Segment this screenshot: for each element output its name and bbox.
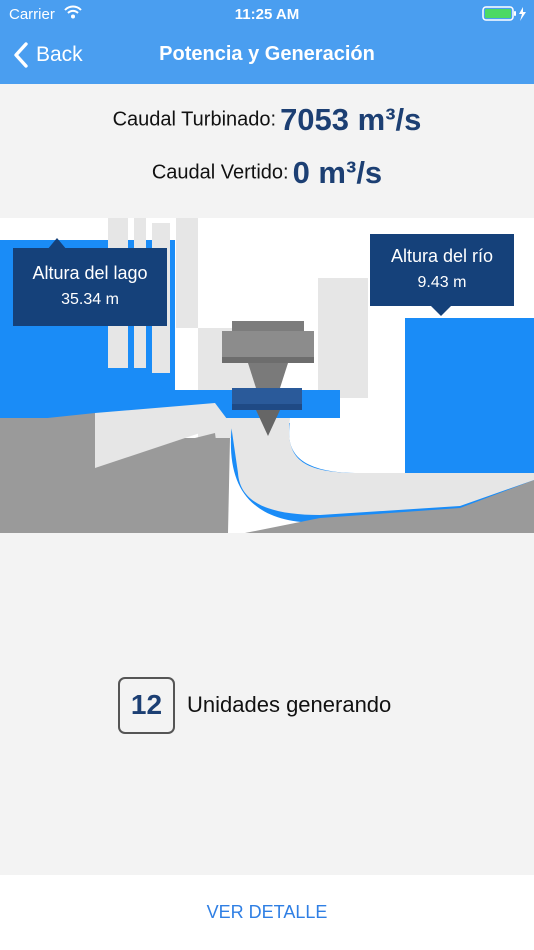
generator-top <box>232 321 304 331</box>
river-label: Altura del río <box>390 246 494 266</box>
generator-body <box>222 331 314 357</box>
units-label: Unidades generando <box>187 692 392 717</box>
river-level-tooltip: Altura del río 9.43 m <box>370 234 514 316</box>
turbined-flow-row: Caudal Turbinado: 7053 m³/s <box>0 102 534 138</box>
river-tooltip-arrow <box>431 306 451 316</box>
turbined-flow-label: Caudal Turbinado: <box>112 108 277 131</box>
turbined-flow-value: 7053 m³/s <box>280 102 422 137</box>
runner-band <box>232 404 302 410</box>
lake-value: 35.34 m <box>61 291 119 308</box>
tailrace-building <box>318 278 368 398</box>
units-count-badge: 12 <box>118 676 175 734</box>
generator-base <box>222 357 314 363</box>
status-bar: Carrier 11:25 AM <box>0 0 534 28</box>
clock: 11:25 AM <box>234 6 300 23</box>
lake-label: Altura del lago <box>32 263 148 283</box>
navigation-header: Carrier 11:25 AM Back Potencia y Generac… <box>0 0 534 84</box>
battery-icon <box>482 6 528 26</box>
page-title: Potencia y Generación <box>159 43 375 65</box>
units-generating: 12 Unidades generando <box>118 676 391 734</box>
view-detail-button[interactable]: VER DETALLE <box>0 902 534 923</box>
river-value: 9.43 m <box>417 274 467 291</box>
spilled-flow-label: Caudal Vertido: <box>151 161 289 184</box>
spilled-flow-row: Caudal Vertido: 0 m³/s <box>0 155 534 191</box>
spilled-flow-value: 0 m³/s <box>292 155 383 190</box>
lake-level-tooltip: Altura del lago 35.34 m <box>13 238 167 326</box>
river-water <box>405 318 534 493</box>
dam-tower-4 <box>176 218 198 328</box>
lake-tooltip-arrow <box>47 238 67 250</box>
